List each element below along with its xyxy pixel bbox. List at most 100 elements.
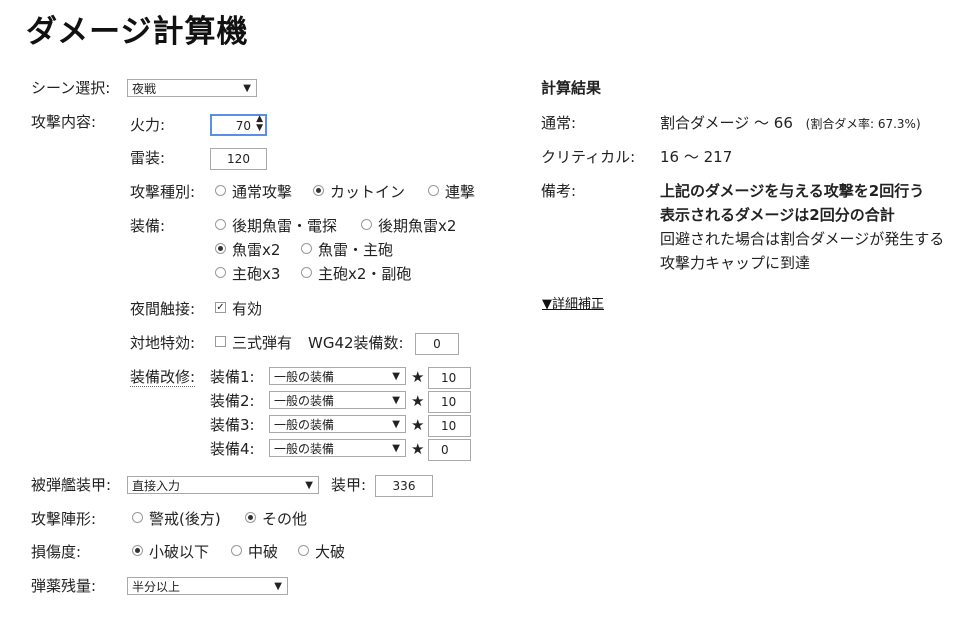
damage-state-moderate[interactable]: 中破 [231,542,278,562]
wg42-input[interactable]: 0 [415,333,459,355]
scene-select[interactable]: 夜戦 ▼ [127,79,257,97]
attack-type-double[interactable]: 連撃 [428,182,475,202]
formation-guard-label: 警戒(後方) [149,510,221,528]
improve-1-select[interactable]: 一般の装備 ▼ [269,367,406,385]
radio-selected-icon [313,185,324,196]
improve-1-select-value: 一般の装備 [274,370,335,384]
result-normal-text: 割合ダメージ ～ 66 [660,114,793,132]
improve-4-stars-value: 0 [441,443,449,457]
star-icon: ★ [411,368,425,386]
equip-option-label: 後期魚雷・電探 [232,217,338,235]
improve-3-stars-input[interactable]: 10 [428,415,471,437]
firepower-label: 火力: [130,116,166,134]
result-normal-value: 割合ダメージ ～ 66 (割合ダメ率: 67.3%) [660,113,921,134]
improve-3-select[interactable]: 一般の装備 ▼ [269,415,406,433]
type3-shell-checkbox[interactable]: 三式弾有 [215,333,292,353]
ammo-select[interactable]: 半分以上 ▼ [127,577,288,595]
attack-type-normal[interactable]: 通常攻撃 [215,182,292,202]
improve-1-stars-value: 10 [441,371,457,385]
scene-label: シーン選択: [31,79,111,97]
target-armor-select[interactable]: 直接入力 ▼ [127,476,319,494]
target-armor-label: 被弾艦装甲: [31,476,112,494]
result-heading: 計算結果 [541,79,602,97]
target-armor-select-value: 直接入力 [132,479,181,493]
attack-type-double-label: 連撃 [445,183,476,201]
improve-1-stars-input[interactable]: 10 [428,367,471,389]
torpedo-input[interactable]: 120 [210,148,267,170]
equip-option-3[interactable]: 魚雷x2 [215,240,280,260]
radio-selected-icon [132,545,143,556]
radio-icon [361,219,372,230]
improve-3-select-value: 一般の装備 [274,418,335,432]
improve-4-stars-input[interactable]: 0 [428,439,471,461]
radio-icon [215,219,226,230]
result-remark-2: 表示されるダメージは2回分の合計 [660,206,895,224]
equip-label: 装備: [130,217,166,235]
armor-value-label: 装甲: [331,476,367,494]
wg42-label: WG42装備数: [308,334,404,352]
equip-option-1[interactable]: 後期魚雷・電探 [215,216,337,236]
equip-option-label: 主砲x3 [232,265,281,283]
armor-value: 336 [392,479,416,493]
scene-select-value: 夜戦 [132,82,157,96]
chevron-down-icon: ▼ [243,83,251,94]
improve-2-stars-input[interactable]: 10 [428,391,471,413]
result-critical-value: 16 ～ 217 [660,148,733,166]
attack-type-cutin-label: カットイン [330,183,406,201]
improve-2-label: 装備2: [210,392,255,410]
radio-icon [298,545,309,556]
firepower-input[interactable]: 70 ▲ ▼ [210,114,267,136]
radio-selected-icon [245,512,256,523]
formation-other[interactable]: その他 [245,509,307,529]
night-contact-checkbox[interactable]: ✓ 有効 [215,299,262,319]
improve-3-stars-value: 10 [441,419,457,433]
radio-icon [231,545,242,556]
equip-option-label: 魚雷x2 [232,241,281,259]
result-remarks-label: 備考: [541,182,577,200]
improve-label: 装備改修: [130,367,196,387]
equip-option-label: 後期魚雷x2 [378,217,457,235]
improve-4-select-value: 一般の装備 [274,442,335,456]
chevron-down-icon: ▼ [274,581,282,592]
star-icon: ★ [411,440,425,458]
armor-input[interactable]: 336 [375,475,433,497]
spinner-icon[interactable]: ▲ ▼ [256,115,263,133]
equip-option-4[interactable]: 魚雷・主砲 [301,240,393,260]
equip-option-6[interactable]: 主砲x2・副砲 [301,264,411,284]
improve-3-label: 装備3: [210,416,255,434]
improve-2-stars-value: 10 [441,395,457,409]
equip-option-label: 魚雷・主砲 [318,241,394,259]
attack-type-cutin[interactable]: カットイン [313,182,405,202]
star-icon: ★ [411,416,425,434]
chevron-down-icon: ▼ [392,443,400,454]
chevron-down-icon: ▼ [392,371,400,382]
result-normal-label: 通常: [541,114,577,132]
improve-2-select[interactable]: 一般の装備 ▼ [269,391,406,409]
radio-icon [428,185,439,196]
radio-icon [132,512,143,523]
night-contact-label: 夜間触接: [130,300,196,318]
radio-icon [301,267,312,278]
checkbox-icon [215,336,226,347]
firepower-value: 70 [235,119,251,133]
improve-1-label: 装備1: [210,368,255,386]
damage-state-heavy-label: 大破 [315,543,346,561]
result-remark-4: 攻撃力キャップに到達 [660,254,811,272]
damage-state-minor[interactable]: 小破以下 [132,542,209,562]
attack-label: 攻撃内容: [31,113,97,131]
equip-option-5[interactable]: 主砲x3 [215,264,280,284]
detail-correction-link[interactable]: ▼詳細補正 [542,293,604,312]
ammo-select-value: 半分以上 [132,580,181,594]
anti-ground-label: 対地特効: [130,334,196,352]
attack-type-label: 攻撃種別: [130,183,196,201]
checkbox-checked-icon: ✓ [215,302,226,313]
formation-guard[interactable]: 警戒(後方) [132,509,221,529]
star-icon: ★ [411,392,425,410]
damage-state-minor-label: 小破以下 [149,543,210,561]
improve-4-select[interactable]: 一般の装備 ▼ [269,439,406,457]
chevron-down-icon: ▼ [392,419,400,430]
damage-state-heavy[interactable]: 大破 [298,542,345,562]
damage-state-moderate-label: 中破 [248,543,279,561]
equip-option-2[interactable]: 後期魚雷x2 [361,216,456,236]
radio-icon [215,185,226,196]
